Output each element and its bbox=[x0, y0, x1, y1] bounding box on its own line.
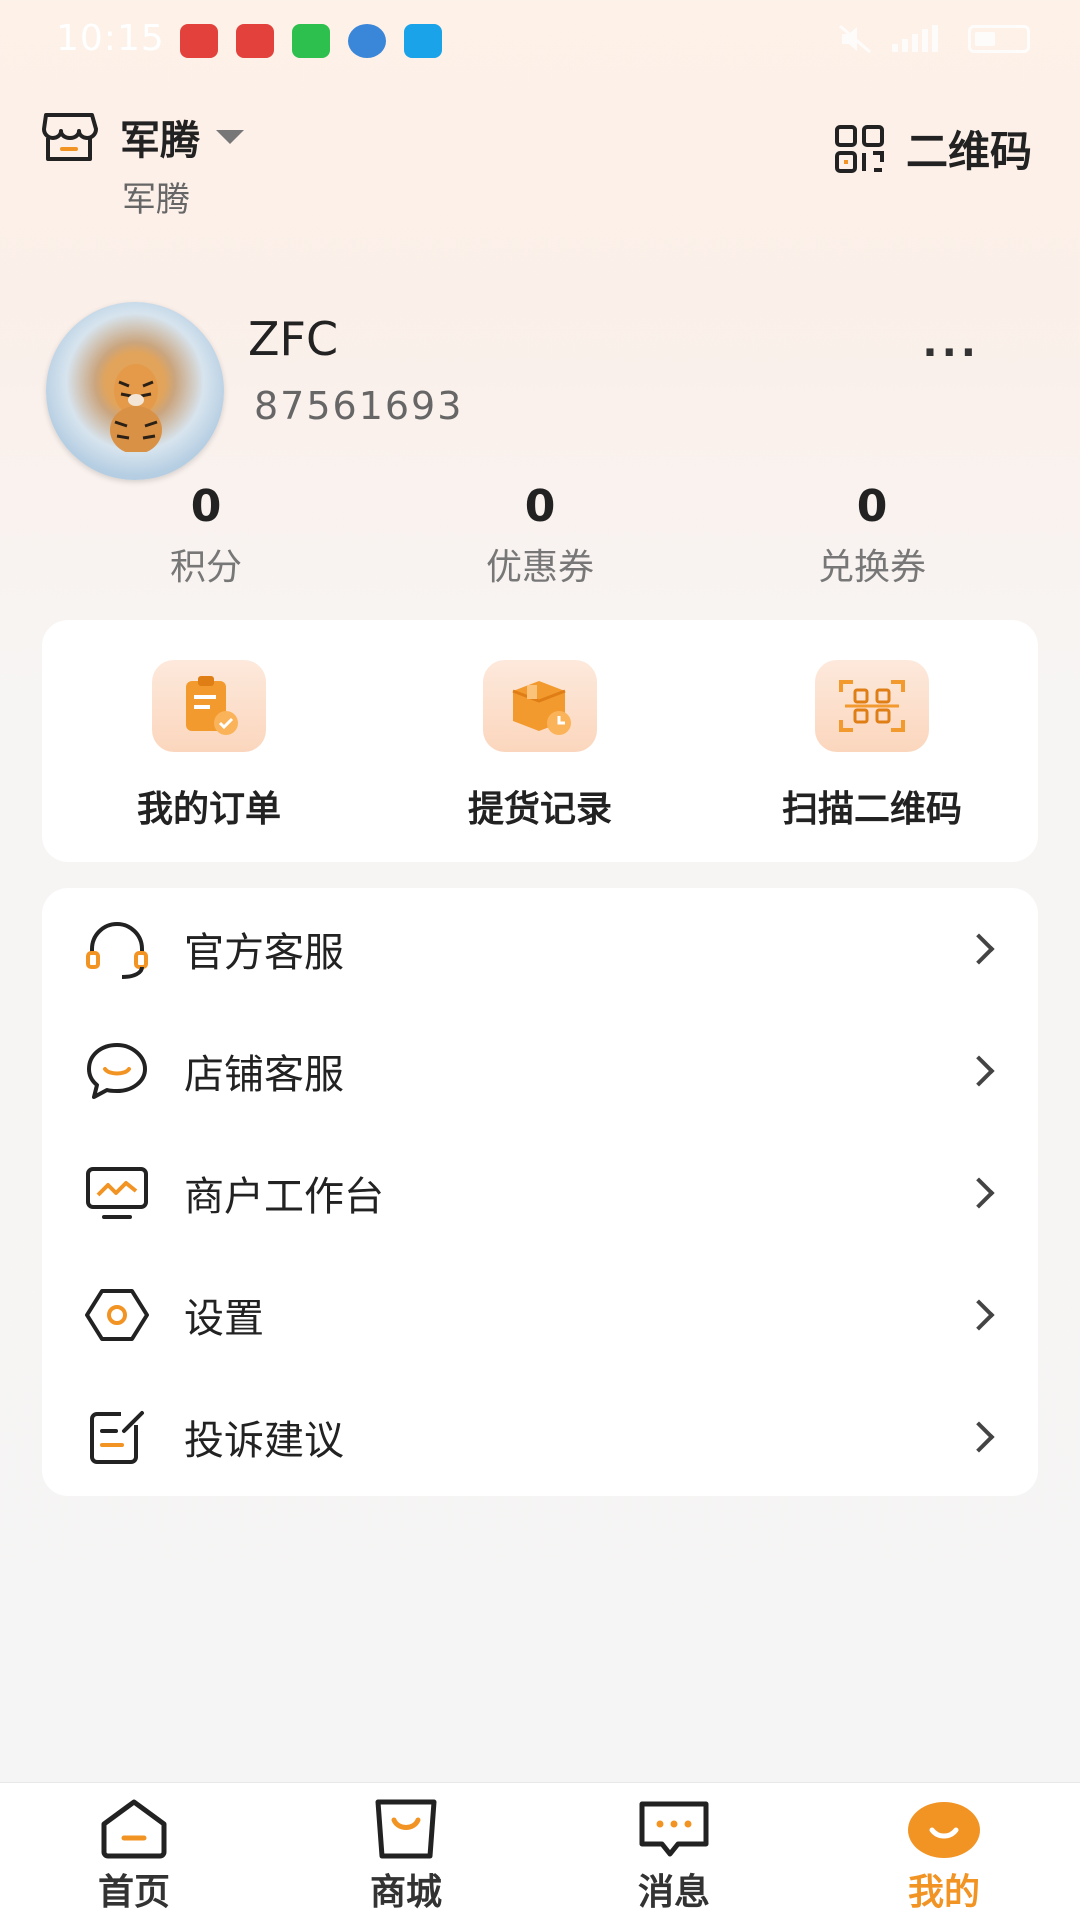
app-notification-icon bbox=[236, 24, 274, 58]
menu-item-feedback[interactable]: 投诉建议 bbox=[42, 1376, 1038, 1498]
user-id: 87561693 bbox=[254, 384, 464, 428]
stat-coupons[interactable]: 0 优惠券 bbox=[430, 480, 650, 590]
shopping-bag-icon bbox=[366, 1797, 446, 1861]
monitor-chart-icon bbox=[84, 1160, 150, 1226]
status-indicators bbox=[838, 24, 1030, 54]
stats-row: 0 积分 0 优惠券 0 兑换券 bbox=[40, 480, 1040, 590]
store-subtitle: 军腾 bbox=[122, 180, 190, 220]
stat-vouchers[interactable]: 0 兑换券 bbox=[762, 480, 982, 590]
headset-icon bbox=[84, 916, 150, 982]
settings-hexagon-icon bbox=[84, 1282, 150, 1348]
home-icon bbox=[94, 1797, 174, 1861]
wechat-icon bbox=[292, 24, 330, 58]
status-time: 10:15 bbox=[56, 18, 165, 59]
menu-item-store-service[interactable]: 店铺客服 bbox=[42, 1010, 1038, 1132]
stat-value: 0 bbox=[524, 481, 556, 532]
tab-label: 首页 bbox=[97, 1872, 170, 1913]
chevron-right-icon bbox=[963, 933, 995, 965]
package-clock-icon bbox=[483, 660, 597, 752]
qr-code-icon bbox=[834, 124, 884, 173]
status-bar: 10:15 bbox=[0, 0, 1080, 80]
my-orders-button[interactable]: 我的订单 bbox=[69, 660, 349, 832]
stat-label: 兑换券 bbox=[817, 547, 926, 588]
menu-label: 店铺客服 bbox=[184, 1052, 344, 1098]
tab-mine[interactable]: 我的 bbox=[874, 1797, 1014, 1915]
order-clipboard-icon bbox=[152, 660, 266, 752]
signal-icon bbox=[892, 25, 938, 52]
chat-bubble-icon bbox=[84, 1038, 150, 1104]
menu-label: 投诉建议 bbox=[184, 1418, 344, 1464]
stat-label: 优惠券 bbox=[485, 547, 594, 588]
store-selector[interactable]: 军腾 bbox=[40, 108, 244, 166]
menu-card: 官方客服 店铺客服 商户工作台 设置 投诉建议 bbox=[42, 888, 1038, 1496]
quick-action-label: 扫描二维码 bbox=[781, 789, 962, 830]
store-icon bbox=[42, 113, 98, 161]
store-name: 军腾 bbox=[120, 118, 200, 164]
user-name: ZFC bbox=[248, 312, 339, 366]
chevron-right-icon bbox=[963, 1055, 995, 1087]
chevron-right-icon bbox=[963, 1177, 995, 1209]
menu-label: 设置 bbox=[184, 1296, 264, 1342]
tab-label: 消息 bbox=[637, 1872, 710, 1913]
chevron-right-icon bbox=[963, 1299, 995, 1331]
tiger-image bbox=[110, 364, 162, 452]
edit-note-icon bbox=[84, 1404, 150, 1470]
menu-item-merchant-workbench[interactable]: 商户工作台 bbox=[42, 1132, 1038, 1254]
chevron-right-icon bbox=[963, 1421, 995, 1453]
battery-icon bbox=[968, 25, 1030, 53]
stat-value: 0 bbox=[190, 481, 222, 532]
avatar[interactable] bbox=[46, 302, 224, 480]
qr-code-label: 二维码 bbox=[905, 127, 1032, 176]
tab-label: 商城 bbox=[369, 1872, 442, 1913]
menu-item-settings[interactable]: 设置 bbox=[42, 1254, 1038, 1376]
stat-value: 0 bbox=[856, 481, 888, 532]
more-options-button[interactable]: ··· bbox=[922, 330, 980, 376]
app-notification-icon bbox=[180, 24, 218, 58]
quick-actions-card: 我的订单 提货记录 扫描二维码 bbox=[42, 620, 1038, 862]
browser-icon bbox=[348, 24, 386, 58]
qr-code-button[interactable]: 二维码 bbox=[834, 118, 1032, 179]
tab-mall[interactable]: 商城 bbox=[336, 1797, 476, 1915]
tab-messages[interactable]: 消息 bbox=[604, 1797, 744, 1915]
quick-action-label: 我的订单 bbox=[136, 789, 281, 830]
pickup-records-button[interactable]: 提货记录 bbox=[400, 660, 680, 832]
search-app-icon bbox=[404, 24, 442, 58]
stat-points[interactable]: 0 积分 bbox=[96, 480, 316, 590]
scan-qr-icon bbox=[815, 660, 929, 752]
quick-action-label: 提货记录 bbox=[467, 789, 612, 830]
scan-qr-button[interactable]: 扫描二维码 bbox=[732, 660, 1012, 832]
menu-label: 商户工作台 bbox=[184, 1174, 384, 1220]
tab-label: 我的 bbox=[907, 1872, 980, 1913]
mute-icon bbox=[839, 24, 871, 54]
menu-item-official-service[interactable]: 官方客服 bbox=[42, 888, 1038, 1010]
menu-label: 官方客服 bbox=[184, 930, 344, 976]
message-icon bbox=[634, 1797, 714, 1861]
tab-home[interactable]: 首页 bbox=[64, 1797, 204, 1915]
stat-label: 积分 bbox=[169, 547, 242, 588]
status-app-icons bbox=[180, 24, 442, 58]
caret-down-icon bbox=[216, 130, 244, 144]
profile-smile-icon bbox=[904, 1797, 984, 1861]
bottom-tab-bar: 首页 商城 消息 我的 bbox=[0, 1782, 1080, 1921]
